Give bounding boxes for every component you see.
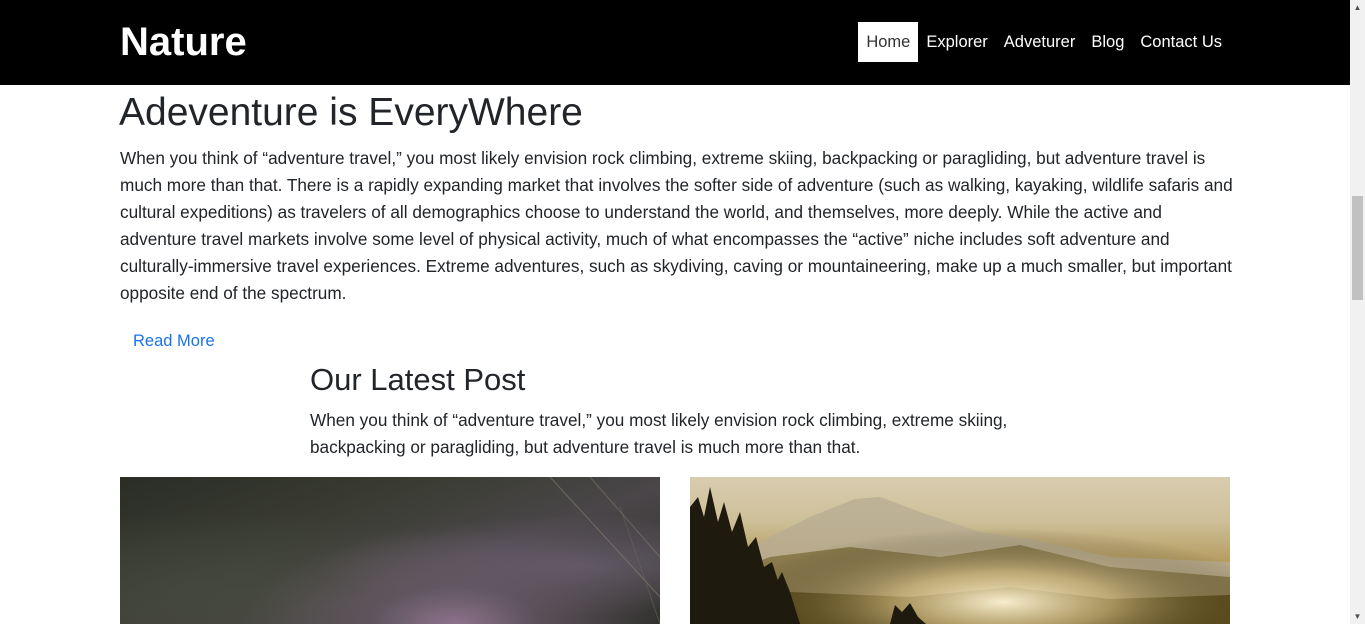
nav-item-home[interactable]: Home bbox=[858, 22, 919, 62]
nav-menu: Home Explorer Adveturer Blog Contact Us bbox=[858, 22, 1230, 62]
read-more-link[interactable]: Read More bbox=[133, 330, 215, 352]
latest-post-title: Our Latest Post bbox=[310, 362, 526, 397]
sky-image-graphic bbox=[549, 477, 660, 624]
hero-paragraph: When you think of “adventure travel,” yo… bbox=[120, 148, 1233, 303]
post-image-mountains[interactable] bbox=[690, 477, 1230, 624]
nav-item-blog[interactable]: Blog bbox=[1083, 22, 1132, 62]
post-image-sky[interactable] bbox=[120, 477, 660, 624]
nav-item-adveturer[interactable]: Adveturer bbox=[996, 22, 1084, 62]
hero-title: Adeventure is EveryWhere bbox=[119, 91, 583, 134]
mountain-image-graphic bbox=[690, 477, 1230, 624]
scroll-thumb[interactable] bbox=[1352, 196, 1363, 300]
nav-item-explorer[interactable]: Explorer bbox=[918, 22, 995, 62]
scroll-up-icon[interactable]: ▲ bbox=[1350, 0, 1365, 15]
brand-logo[interactable]: Nature bbox=[120, 18, 247, 66]
navbar: Nature Home Explorer Adveturer Blog Cont… bbox=[0, 0, 1350, 85]
scroll-down-icon[interactable]: ▼ bbox=[1350, 609, 1365, 624]
latest-post-paragraph: When you think of “adventure travel,” yo… bbox=[310, 410, 1008, 457]
page-scrollbar[interactable]: ▲ ▼ bbox=[1350, 0, 1365, 624]
nav-item-contact-us[interactable]: Contact Us bbox=[1132, 22, 1230, 62]
